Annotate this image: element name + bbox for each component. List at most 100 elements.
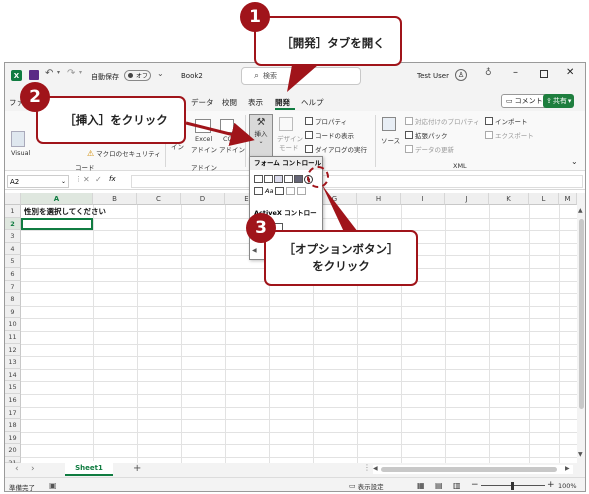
- display-settings-button[interactable]: ▭ 表示設定: [349, 481, 384, 491]
- row-header[interactable]: 17: [5, 406, 21, 420]
- row-header[interactable]: 19: [5, 431, 21, 445]
- row-header[interactable]: 16: [5, 394, 21, 407]
- row-header[interactable]: 7: [5, 280, 21, 294]
- visual-basic-label[interactable]: Visual: [11, 149, 30, 157]
- page-layout-icon[interactable]: ▤: [435, 481, 443, 490]
- lightbulb-icon[interactable]: ♁: [485, 68, 492, 78]
- prev-sheet-icon[interactable]: ‹: [15, 464, 19, 474]
- group-box-control-icon[interactable]: [254, 187, 263, 195]
- tab-view[interactable]: 表示: [248, 97, 263, 108]
- import-button[interactable]: インポート: [485, 115, 528, 127]
- column-header[interactable]: C: [137, 193, 181, 205]
- com-addin-icon[interactable]: [220, 119, 234, 133]
- refresh-data-button[interactable]: データの更新: [405, 143, 454, 155]
- share-button[interactable]: ⇪ 共有 ▾: [543, 94, 575, 108]
- redo-dropdown-icon[interactable]: ▾: [79, 69, 82, 76]
- save-icon[interactable]: [29, 70, 39, 80]
- scroll-left-icon[interactable]: ◀: [373, 465, 378, 472]
- maximize-icon[interactable]: [540, 70, 548, 78]
- accessibility-icon[interactable]: ▣: [49, 481, 57, 490]
- cell-a1[interactable]: 性別を選択してください: [24, 206, 106, 217]
- excel-addin-line1[interactable]: Excel: [195, 135, 212, 143]
- search-box[interactable]: ⌕ 検索: [241, 67, 361, 85]
- design-mode-icon[interactable]: [279, 117, 293, 131]
- column-header[interactable]: D: [181, 193, 225, 205]
- collapse-ribbon-icon[interactable]: ⌄: [571, 157, 578, 166]
- comment-button[interactable]: ▭ コメント: [501, 94, 548, 108]
- row-header[interactable]: 5: [5, 255, 21, 268]
- row-header[interactable]: 6: [5, 268, 21, 281]
- combo-list-control-icon[interactable]: [297, 187, 307, 195]
- row-header[interactable]: 20: [5, 444, 21, 457]
- close-icon[interactable]: ✕: [566, 67, 574, 78]
- selected-cell-a2[interactable]: [21, 217, 93, 231]
- text-field-control-icon[interactable]: [286, 187, 296, 195]
- insert-button[interactable]: ⚒ 挿入 ⌄: [249, 114, 273, 160]
- row-header[interactable]: 11: [5, 331, 21, 344]
- column-header[interactable]: L: [529, 193, 559, 205]
- column-header[interactable]: M: [559, 193, 577, 205]
- column-header[interactable]: H: [357, 193, 401, 205]
- row-header[interactable]: 12: [5, 343, 21, 357]
- scroll-up-icon[interactable]: ▲: [578, 207, 583, 214]
- export-button[interactable]: エクスポート: [485, 129, 534, 141]
- column-header[interactable]: K: [489, 193, 529, 205]
- avatar-icon[interactable]: ♙: [455, 69, 467, 81]
- row-header[interactable]: 10: [5, 318, 21, 331]
- tab-help[interactable]: ヘルプ: [301, 97, 324, 108]
- expansion-pack-button[interactable]: 拡張パック: [405, 129, 448, 141]
- activex-scroll-icon[interactable]: ◀: [252, 247, 257, 254]
- autosave-toggle[interactable]: オフ: [124, 70, 151, 81]
- column-header[interactable]: A: [21, 193, 93, 205]
- redo-icon[interactable]: ↷: [67, 68, 75, 79]
- vertical-scrollbar[interactable]: ▲ ▼: [577, 193, 585, 463]
- row-header[interactable]: 3: [5, 230, 21, 243]
- sheet-tab-sheet1[interactable]: Sheet1: [65, 461, 113, 476]
- combo-box-control-icon[interactable]: [264, 175, 273, 183]
- view-code-button[interactable]: コードの表示: [305, 129, 354, 141]
- quick-access-more-icon[interactable]: ⌄: [157, 69, 164, 78]
- scroll-down-icon[interactable]: ▼: [578, 451, 583, 458]
- com-addin-line1[interactable]: CO: [223, 135, 233, 143]
- row-header[interactable]: 8: [5, 293, 21, 306]
- label-control-icon[interactable]: Aa: [265, 187, 273, 195]
- scroll-bar-control-icon[interactable]: [275, 187, 285, 195]
- row-header[interactable]: 14: [5, 368, 21, 382]
- column-header[interactable]: I: [401, 193, 445, 205]
- row-header[interactable]: 4: [5, 242, 21, 256]
- check-box-control-icon[interactable]: [274, 175, 283, 183]
- row-header[interactable]: 1: [5, 205, 21, 218]
- zoom-in-icon[interactable]: +: [547, 480, 555, 490]
- confirm-entry-icon[interactable]: ✓: [95, 175, 102, 184]
- list-box-control-icon[interactable]: [294, 175, 303, 183]
- spin-button-control-icon[interactable]: [284, 175, 293, 183]
- source-icon[interactable]: [382, 117, 396, 131]
- scroll-right-icon[interactable]: ▶: [565, 465, 570, 472]
- zoom-slider-thumb[interactable]: [511, 482, 514, 490]
- vertical-scroll-thumb[interactable]: [579, 219, 584, 409]
- tab-review[interactable]: 校閲: [222, 97, 237, 108]
- zoom-out-icon[interactable]: −: [471, 480, 479, 490]
- run-dialog-button[interactable]: ダイアログの実行: [305, 143, 367, 155]
- page-break-view-icon[interactable]: ▥: [453, 481, 461, 490]
- column-header[interactable]: B: [93, 193, 137, 205]
- design-mode-line2[interactable]: モード: [279, 142, 299, 152]
- undo-icon[interactable]: ↶: [45, 68, 53, 79]
- normal-view-icon[interactable]: ▦: [417, 481, 425, 490]
- row-header[interactable]: 13: [5, 356, 21, 369]
- source-label[interactable]: ソース: [381, 135, 400, 145]
- name-box[interactable]: A2 ⌄: [7, 175, 69, 188]
- row-header[interactable]: 18: [5, 419, 21, 432]
- map-properties-button[interactable]: 対応付けのプロパティ: [405, 115, 480, 127]
- minimize-icon[interactable]: –: [513, 67, 518, 78]
- formula-input[interactable]: [131, 175, 583, 188]
- next-sheet-icon[interactable]: ›: [31, 464, 35, 474]
- row-header[interactable]: 2: [5, 217, 21, 231]
- horizontal-scroll-thumb[interactable]: [381, 467, 557, 472]
- com-addin-line2[interactable]: アドイン: [219, 144, 245, 154]
- row-header[interactable]: 9: [5, 305, 21, 319]
- excel-addin-line2[interactable]: アドイン: [191, 144, 217, 154]
- tab-data[interactable]: データ: [191, 97, 214, 108]
- visual-basic-icon[interactable]: [11, 131, 25, 147]
- button-control-icon[interactable]: [254, 175, 263, 183]
